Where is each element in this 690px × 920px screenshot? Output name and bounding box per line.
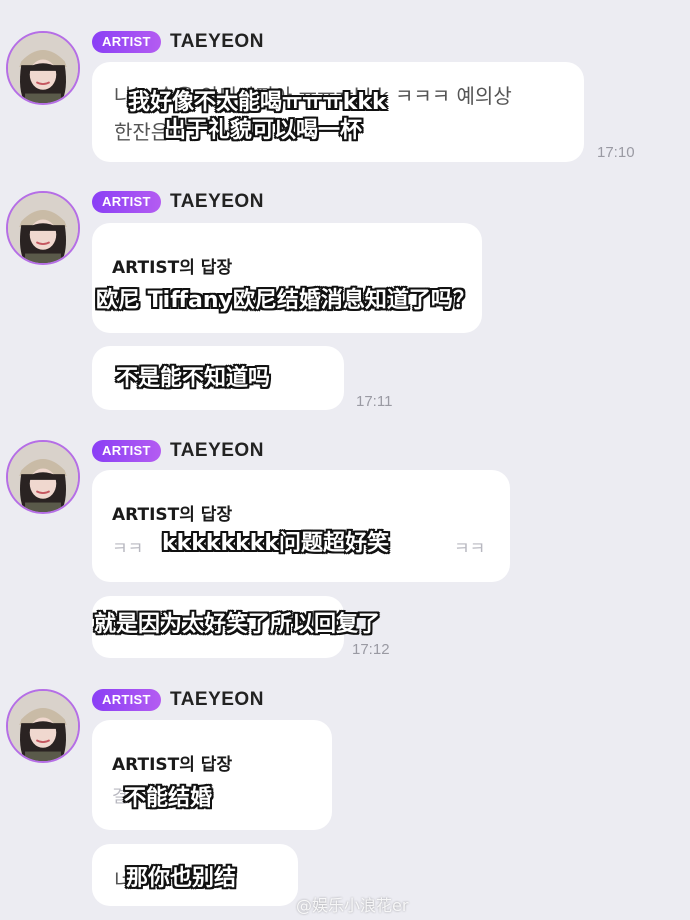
timestamp: 17:11 bbox=[356, 393, 393, 410]
reply-quote-bubble[interactable]: ARTIST의 답장 ㅋㅋ ㅋㅋ bbox=[92, 470, 510, 582]
subtitle-caption: 不能结婚 bbox=[124, 786, 213, 811]
timestamp: 17:10 bbox=[597, 144, 635, 161]
subtitle-caption: 就是因为太好笑了所以回复了 bbox=[94, 612, 381, 637]
subtitle-caption: 不是能不知道吗 bbox=[116, 366, 271, 391]
subtitle-caption: kkkkkkkk问题超好笑 bbox=[162, 531, 390, 556]
avatar-photo bbox=[8, 33, 78, 103]
subtitle-caption: 那你也别结 bbox=[126, 866, 237, 891]
avatar-photo bbox=[8, 691, 78, 761]
artist-badge: ARTIST bbox=[92, 689, 161, 711]
timestamp: 17:12 bbox=[352, 641, 390, 658]
avatar-photo bbox=[8, 442, 78, 512]
avatar[interactable] bbox=[6, 31, 80, 105]
watermark: @娱乐小浪花er bbox=[296, 896, 409, 915]
reply-quote-bubble[interactable]: ARTIST의 답장 bbox=[92, 223, 482, 333]
reply-title: ARTIST의 답장 bbox=[112, 258, 233, 278]
avatar[interactable] bbox=[6, 689, 80, 763]
sender-name: TAEYEON bbox=[170, 191, 264, 212]
reply-title: ARTIST의 답장 bbox=[112, 505, 233, 525]
subtitle-caption: 我好像不太能喝ㅠㅠㅠkkk bbox=[128, 90, 387, 115]
artist-badge: ARTIST bbox=[92, 440, 161, 462]
sender-name: TAEYEON bbox=[170, 31, 264, 52]
reply-quote-bubble[interactable]: ARTIST의 답장 결 bbox=[92, 720, 332, 830]
artist-badge: ARTIST bbox=[92, 191, 161, 213]
reply-text: ㅋㅋ bbox=[112, 539, 144, 559]
avatar[interactable] bbox=[6, 440, 80, 514]
subtitle-caption: 欧尼 Tiffany欧尼结婚消息知道了吗？ bbox=[96, 288, 475, 313]
sender-name: TAEYEON bbox=[170, 440, 264, 461]
message-text: 한잔은 bbox=[114, 120, 170, 144]
subtitle-caption: 出于礼貌可以喝一杯 bbox=[164, 118, 363, 143]
reply-text: ㅋㅋ bbox=[454, 539, 486, 559]
avatar-photo bbox=[8, 193, 78, 263]
reply-title: ARTIST의 답장 bbox=[112, 755, 233, 775]
artist-badge: ARTIST bbox=[92, 31, 161, 53]
avatar[interactable] bbox=[6, 191, 80, 265]
sender-name: TAEYEON bbox=[170, 689, 264, 710]
